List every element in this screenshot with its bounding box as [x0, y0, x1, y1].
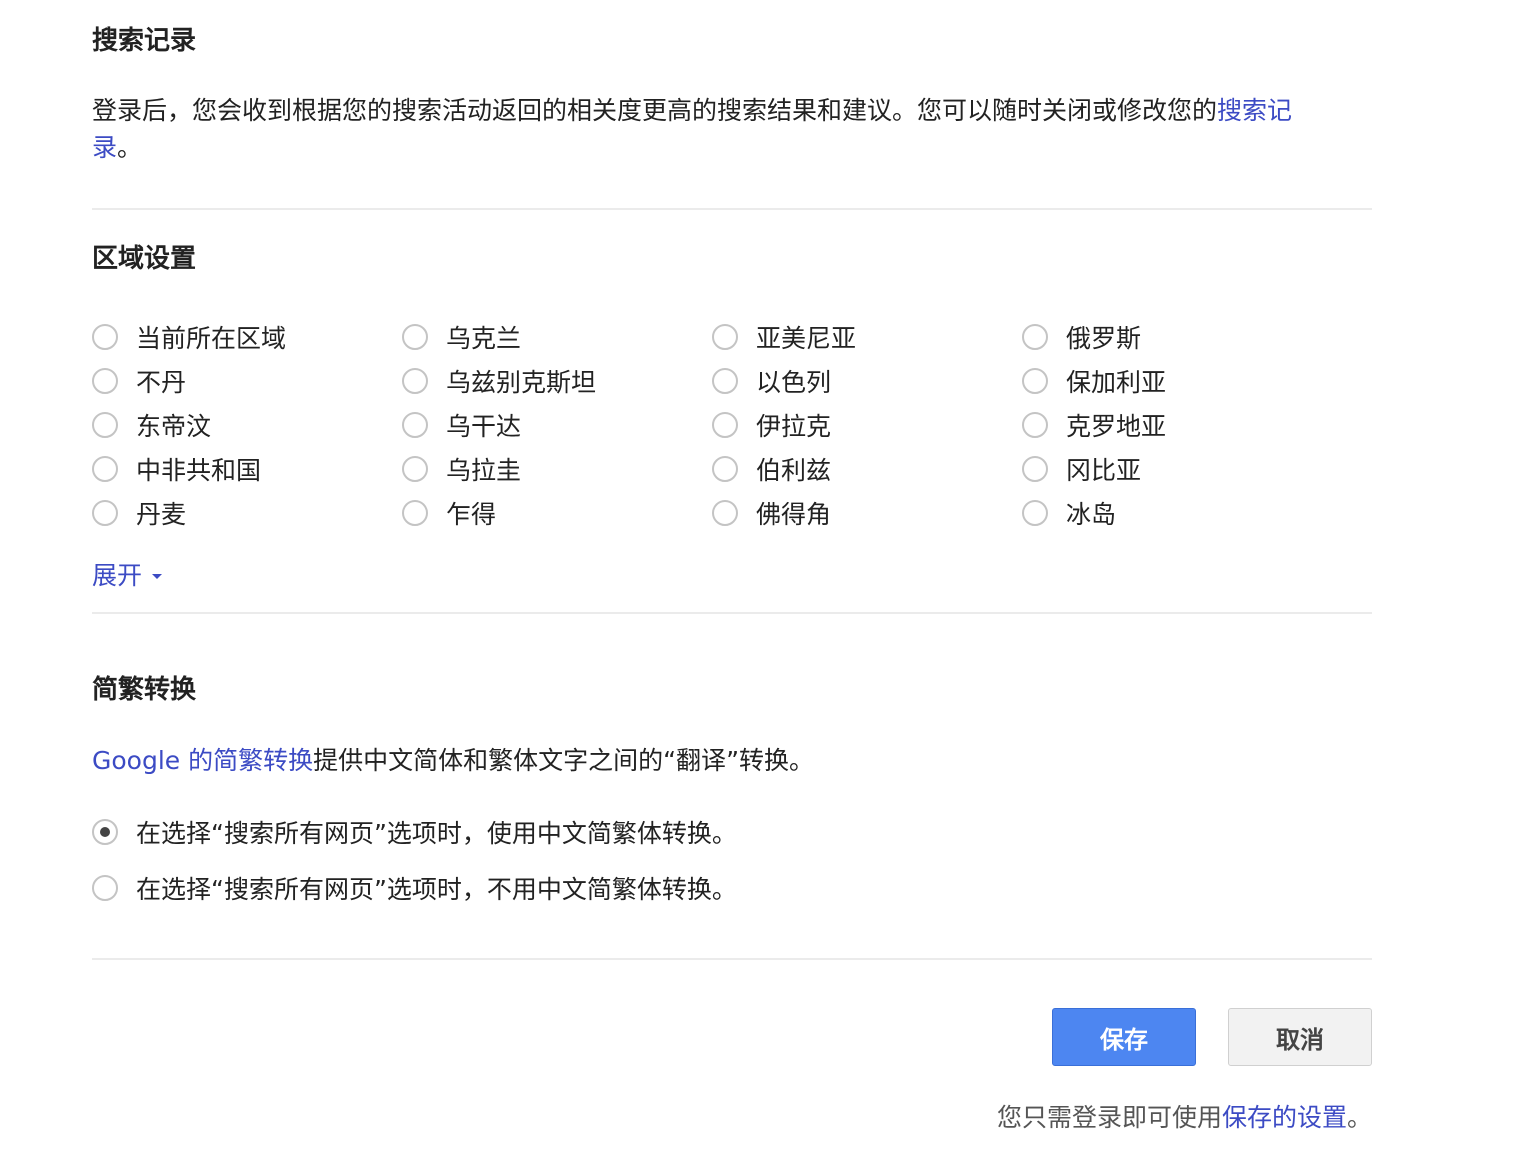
region-option[interactable]: 乌兹别克斯坦	[402, 364, 596, 398]
radio-button[interactable]	[402, 368, 428, 394]
region-title: 区域设置	[92, 244, 197, 274]
footer-text-end: 。	[1346, 1103, 1372, 1132]
region-option[interactable]: 乌干达	[402, 408, 521, 442]
saved-settings-link[interactable]: 保存的设置	[1222, 1103, 1347, 1132]
radio-button[interactable]	[712, 324, 738, 350]
radio-button[interactable]	[712, 500, 738, 526]
radio-button[interactable]	[92, 412, 118, 438]
radio-button[interactable]	[92, 456, 118, 482]
radio-button[interactable]	[92, 368, 118, 394]
region-option[interactable]: 亚美尼亚	[712, 320, 856, 354]
region-option[interactable]: 丹麦	[92, 496, 186, 530]
divider	[92, 958, 1372, 960]
region-option-label: 丹麦	[136, 500, 187, 529]
radio-button[interactable]	[402, 324, 428, 350]
expand-link[interactable]: 展开	[92, 556, 163, 592]
region-option-label: 不丹	[136, 368, 187, 397]
radio-button[interactable]	[1022, 412, 1048, 438]
search-history-text: 登录后，您会收到根据您的搜索活动返回的相关度更高的搜索结果和建议。您可以随时关闭…	[92, 96, 1218, 125]
caret-down-icon	[152, 573, 163, 579]
region-option[interactable]: 乌克兰	[402, 320, 521, 354]
conversion-description: Google 的简繁转换提供中文简体和繁体文字之间的“翻译”转换。	[92, 742, 1332, 779]
region-option[interactable]: 当前所在区域	[92, 320, 286, 354]
conversion-title: 简繁转换	[92, 675, 197, 705]
expand-label: 展开	[92, 561, 143, 590]
radio-button[interactable]	[92, 324, 118, 350]
radio-button[interactable]	[1022, 324, 1048, 350]
conversion-option-enable[interactable]: 在选择“搜索所有网页”选项时，使用中文简繁体转换。	[92, 814, 737, 850]
search-history-text-end: 。	[117, 133, 143, 162]
region-option-label: 克罗地亚	[1066, 412, 1167, 441]
region-option[interactable]: 冈比亚	[1022, 452, 1141, 486]
region-option[interactable]: 以色列	[712, 364, 831, 398]
region-option[interactable]: 克罗地亚	[1022, 408, 1166, 442]
region-option-label: 东帝汶	[136, 412, 212, 441]
radio-button[interactable]	[402, 500, 428, 526]
region-option[interactable]: 伯利兹	[712, 452, 831, 486]
search-history-title: 搜索记录	[92, 26, 197, 56]
region-option-label: 当前所在区域	[136, 324, 287, 353]
region-option-label: 中非共和国	[136, 456, 262, 485]
divider	[92, 208, 1372, 210]
region-option-label: 乍得	[446, 500, 497, 529]
conversion-option-label: 在选择“搜索所有网页”选项时，使用中文简繁体转换。	[136, 819, 737, 848]
region-option[interactable]: 乍得	[402, 496, 496, 530]
region-option-label: 保加利亚	[1066, 368, 1167, 397]
radio-button[interactable]	[1022, 500, 1048, 526]
conversion-link[interactable]: Google 的简繁转换	[92, 746, 313, 775]
region-option[interactable]: 佛得角	[712, 496, 831, 530]
region-option[interactable]: 东帝汶	[92, 408, 211, 442]
radio-button[interactable]	[402, 412, 428, 438]
region-option-label: 以色列	[756, 368, 832, 397]
region-option[interactable]: 乌拉圭	[402, 452, 521, 486]
conversion-option-label: 在选择“搜索所有网页”选项时，不用中文简繁体转换。	[136, 875, 737, 904]
radio-button[interactable]	[712, 412, 738, 438]
region-option-label: 伊拉克	[756, 412, 832, 441]
region-option-label: 冰岛	[1066, 500, 1117, 529]
region-option[interactable]: 俄罗斯	[1022, 320, 1141, 354]
save-button[interactable]: 保存	[1052, 1008, 1196, 1066]
footer-note: 您只需登录即可使用保存的设置。	[997, 1098, 1372, 1134]
search-history-description: 登录后，您会收到根据您的搜索活动返回的相关度更高的搜索结果和建议。您可以随时关闭…	[92, 92, 1332, 166]
radio-button[interactable]	[1022, 456, 1048, 482]
region-option-label: 佛得角	[756, 500, 832, 529]
conversion-text: 提供中文简体和繁体文字之间的“翻译”转换。	[313, 746, 815, 775]
radio-button[interactable]	[1022, 368, 1048, 394]
cancel-button[interactable]: 取消	[1228, 1008, 1372, 1066]
region-option-label: 乌克兰	[446, 324, 522, 353]
radio-button-checked[interactable]	[92, 819, 118, 845]
region-option-label: 俄罗斯	[1066, 324, 1142, 353]
region-option[interactable]: 伊拉克	[712, 408, 831, 442]
radio-button[interactable]	[402, 456, 428, 482]
region-option-label: 乌拉圭	[446, 456, 522, 485]
conversion-option-disable[interactable]: 在选择“搜索所有网页”选项时，不用中文简繁体转换。	[92, 870, 737, 906]
region-option[interactable]: 中非共和国	[92, 452, 261, 486]
region-option[interactable]: 冰岛	[1022, 496, 1116, 530]
region-option[interactable]: 不丹	[92, 364, 186, 398]
footer-text: 您只需登录即可使用	[996, 1103, 1222, 1132]
divider	[92, 612, 1372, 614]
region-option-label: 乌兹别克斯坦	[446, 368, 597, 397]
region-option-label: 伯利兹	[756, 456, 832, 485]
region-option-label: 冈比亚	[1066, 456, 1142, 485]
radio-button[interactable]	[92, 875, 118, 901]
radio-button[interactable]	[712, 456, 738, 482]
region-option-label: 乌干达	[446, 412, 522, 441]
radio-button[interactable]	[712, 368, 738, 394]
region-option[interactable]: 保加利亚	[1022, 364, 1166, 398]
region-option-label: 亚美尼亚	[756, 324, 857, 353]
radio-button[interactable]	[92, 500, 118, 526]
